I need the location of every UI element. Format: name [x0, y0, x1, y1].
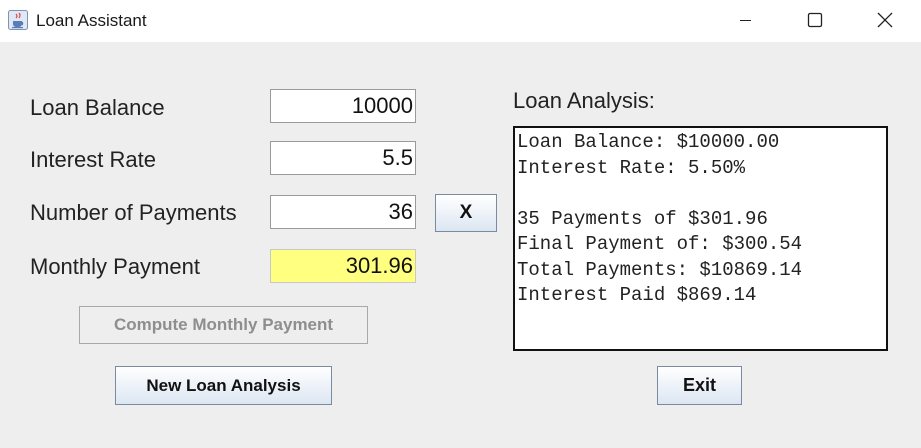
interest-rate-label: Interest Rate	[30, 147, 156, 172]
monthly-payment-label: Monthly Payment	[30, 254, 200, 279]
close-button[interactable]	[850, 0, 920, 42]
loan-balance-label: Loan Balance	[30, 95, 165, 120]
minimize-button[interactable]	[710, 0, 780, 42]
java-coffee-cup-icon	[8, 10, 28, 30]
monthly-payment-output: 301.96	[270, 249, 416, 283]
close-icon	[877, 12, 893, 28]
minimize-icon	[740, 20, 751, 21]
window-title: Loan Assistant	[36, 11, 147, 30]
loan-analysis-textarea[interactable]: Loan Balance: $10000.00 Interest Rate: 5…	[513, 126, 888, 351]
number-of-payments-input[interactable]: 36	[270, 195, 416, 229]
analysis-line	[517, 181, 886, 207]
new-loan-analysis-button[interactable]: New Loan Analysis	[115, 366, 332, 405]
analysis-line: Total Payments: $10869.14	[517, 258, 803, 281]
loan-analysis-title: Loan Analysis:	[513, 88, 655, 113]
interest-rate-input[interactable]: 5.5	[270, 141, 416, 175]
analysis-line: Loan Balance: $10000.00	[517, 131, 780, 153]
title-bar: Loan Assistant	[0, 0, 921, 42]
clear-payments-button[interactable]: X	[435, 194, 497, 232]
analysis-line: Final Payment of: $300.54	[517, 233, 803, 255]
loan-balance-input[interactable]: 10000	[270, 89, 416, 123]
analysis-line: Interest Paid $869.14	[517, 284, 757, 306]
number-of-payments-label: Number of Payments	[30, 200, 237, 225]
analysis-line: Interest Rate: 5.50%	[517, 156, 746, 179]
compute-monthly-payment-button[interactable]: Compute Monthly Payment	[79, 306, 368, 344]
exit-button[interactable]: Exit	[657, 366, 742, 405]
analysis-line: 35 Payments of $301.96	[517, 207, 768, 230]
maximize-icon	[807, 12, 823, 28]
maximize-button[interactable]	[780, 0, 850, 42]
